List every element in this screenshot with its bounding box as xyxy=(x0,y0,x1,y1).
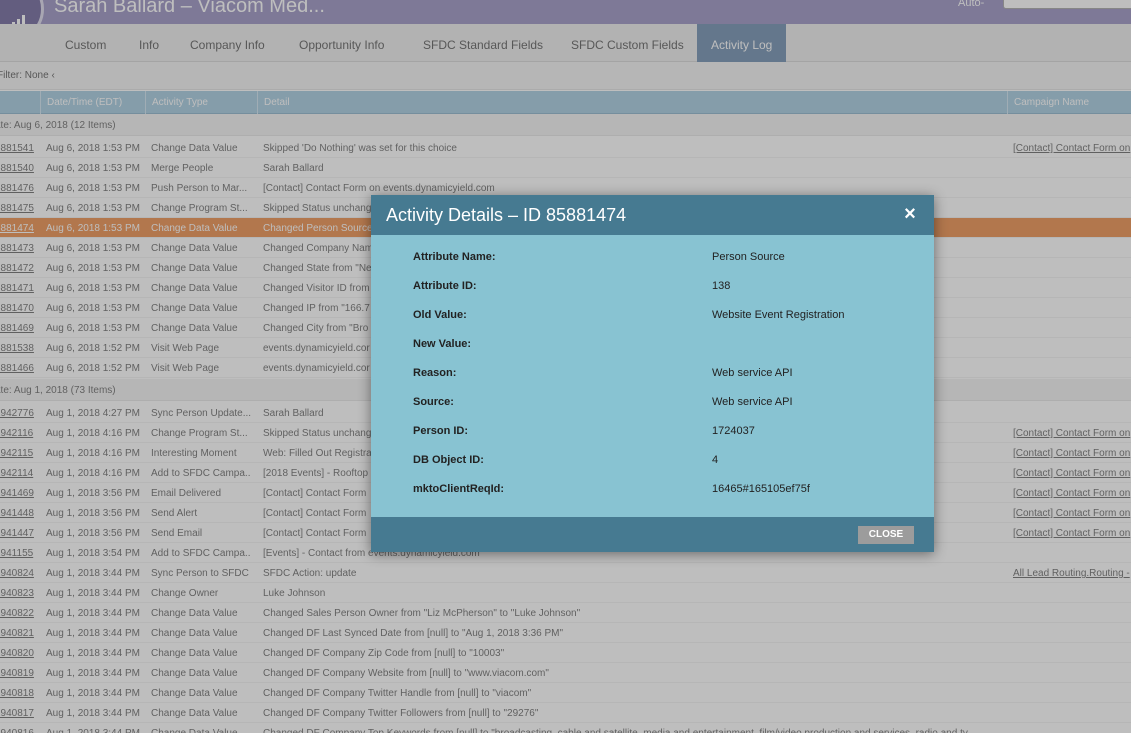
field-label: Reason: xyxy=(413,367,457,379)
detail-field-row: Person ID: 1724037 xyxy=(371,425,934,445)
detail-field-row: Source: Web service API xyxy=(371,396,934,416)
field-value: 1724037 xyxy=(712,425,755,437)
field-value: 16465#165105ef75f xyxy=(712,483,810,495)
activity-details-dialog: Activity Details – ID 85881474 × Attribu… xyxy=(371,195,934,552)
field-label: DB Object ID: xyxy=(413,454,484,466)
field-label: Source: xyxy=(413,396,454,408)
detail-field-row: Reason: Web service API xyxy=(371,367,934,387)
field-label: New Value: xyxy=(413,338,472,350)
field-value: Web service API xyxy=(712,396,793,408)
close-icon[interactable]: × xyxy=(900,203,920,225)
dialog-header: Activity Details – ID 85881474 × xyxy=(371,195,934,235)
field-value: Web service API xyxy=(712,367,793,379)
field-value: Website Event Registration xyxy=(712,309,845,321)
field-label: Old Value: xyxy=(413,309,467,321)
dialog-title: Activity Details – ID 85881474 xyxy=(386,205,627,225)
detail-field-row: New Value: xyxy=(371,338,934,358)
detail-field-row: DB Object ID: 4 xyxy=(371,454,934,474)
field-value: 4 xyxy=(712,454,719,466)
detail-field-row: Old Value: Website Event Registration xyxy=(371,309,934,329)
detail-field-row: Attribute ID: 138 xyxy=(371,280,934,300)
field-value: Person Source xyxy=(712,251,785,263)
close-button[interactable]: CLOSE xyxy=(858,526,914,544)
field-label: Person ID: xyxy=(413,425,469,437)
detail-field-row: Attribute Name: Person Source xyxy=(371,251,934,271)
detail-field-row: mktoClientReqId: 16465#165105ef75f xyxy=(371,483,934,503)
field-value: 138 xyxy=(712,280,731,292)
field-label: Attribute ID: xyxy=(413,280,477,292)
dialog-footer: CLOSE xyxy=(371,517,934,552)
field-label: Attribute Name: xyxy=(413,251,496,263)
field-label: mktoClientReqId: xyxy=(413,483,505,495)
